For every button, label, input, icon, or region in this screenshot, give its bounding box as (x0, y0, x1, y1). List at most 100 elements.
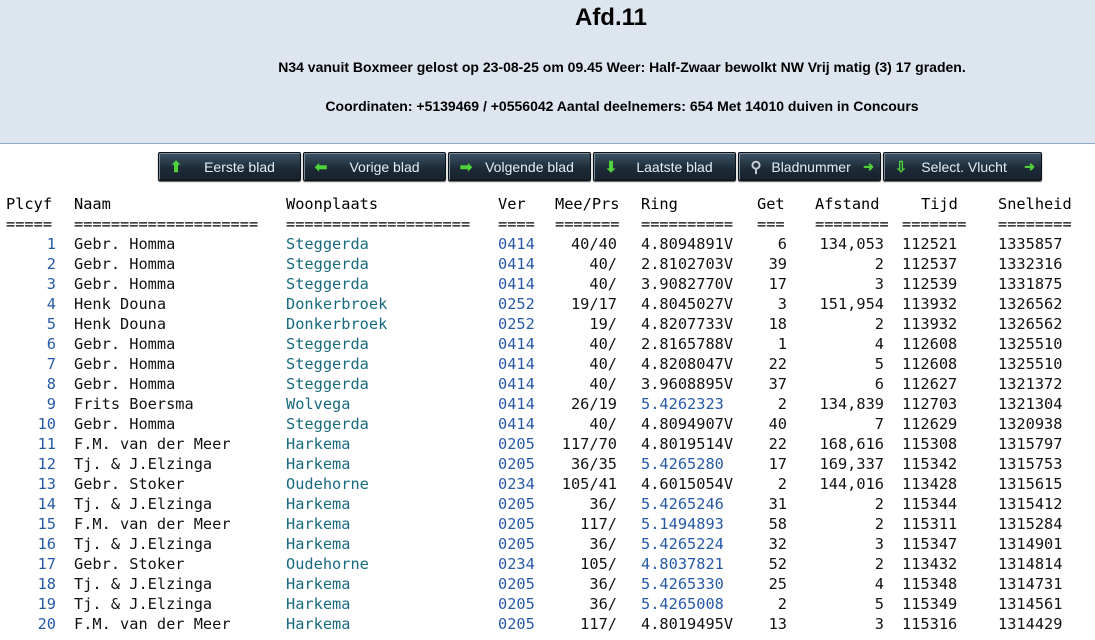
table-row: 15 F.M. van der Meer Harkema 0205 117/5.1494… (0, 514, 1095, 534)
marked-cell: 1 (777, 335, 787, 353)
distance-cell: 134,053 (819, 235, 884, 253)
col-header-time: Tijd (921, 195, 958, 213)
name-cell: Gebr. Homma (74, 415, 176, 433)
table-row: 4 Henk Douna Donkerbroek 0252 19/17 4.8045027… (0, 294, 1095, 314)
table-row: 14 Tj. & J.Elzinga Harkema 0205 36/5.4265246… (0, 494, 1095, 514)
distance-cell: 6 (874, 375, 884, 393)
time-cell: 115342 (902, 455, 958, 473)
club-cell: 0205 (498, 515, 535, 533)
table-row: 11 F.M. van der Meer Harkema 0205 117/70 4.80… (0, 434, 1095, 454)
table-row: 12 Tj. & J.Elzinga Harkema 0205 36/35 5.42652… (0, 454, 1095, 474)
ring-cell: 4.8019514V (641, 435, 734, 453)
name-cell: Frits Boersma (74, 395, 194, 413)
distance-cell: 2 (874, 555, 884, 573)
place-cell: 19 (37, 595, 56, 613)
select-flight-button[interactable]: ⇩ Select. Vlucht ➜ (883, 152, 1042, 181)
club-cell: 0252 (498, 295, 535, 313)
marked-cell: 58 (768, 515, 787, 533)
distance-cell: 2 (874, 255, 884, 273)
speed-cell: 1314561 (998, 595, 1063, 613)
residence-cell: Harkema (286, 595, 351, 613)
residence-cell: Oudehorne (286, 555, 369, 573)
ring-cell: 5.4265008 (641, 595, 724, 613)
table-row: 17 Gebr. Stoker Oudehorne 0234 105/4.8037821… (0, 554, 1095, 574)
last-page-label: Laatste blad (636, 158, 713, 175)
col-header-residence: Woonplaats (286, 195, 379, 213)
table-row: 13 Gebr. Stoker Oudehorne 0234 105/41 4.60150… (0, 474, 1095, 494)
time-cell: 115347 (902, 535, 958, 553)
residence-cell: Harkema (286, 455, 351, 473)
col-header-entries: Mee/Prs (555, 195, 620, 213)
distance-cell: 3 (874, 275, 884, 293)
club-cell: 0414 (498, 335, 535, 353)
club-cell: 0414 (498, 255, 535, 273)
residence-cell: Harkema (286, 615, 351, 633)
next-page-button[interactable]: ➡ Volgende blad (448, 152, 591, 181)
last-page-button[interactable]: ⬇ Laatste blad (593, 152, 736, 181)
table-row: 16 Tj. & J.Elzinga Harkema 0205 36/5.4265224… (0, 534, 1095, 554)
table-row: 18 Tj. & J.Elzinga Harkema 0205 36/5.4265330… (0, 574, 1095, 594)
entries-cell: 40/ (589, 415, 617, 433)
residence-cell: Steggerda (286, 335, 369, 353)
separator: ==================== (74, 215, 259, 233)
entries-cell: 117/70 (561, 435, 617, 453)
separator: ======== (998, 215, 1072, 233)
first-page-label: Eerste blad (204, 158, 275, 175)
table-row: 5 Henk Douna Donkerbroek 0252 19/4.8207733V 1… (0, 314, 1095, 334)
speed-cell: 1315753 (998, 455, 1063, 473)
name-cell: F.M. van der Meer (74, 435, 231, 453)
previous-page-button[interactable]: ⬅ Vorige blad (303, 152, 446, 181)
first-page-button[interactable]: ⬆ Eerste blad (158, 152, 301, 181)
name-cell: Gebr. Stoker (74, 475, 185, 493)
time-cell: 113932 (902, 295, 958, 313)
place-cell: 8 (46, 375, 56, 393)
residence-cell: Oudehorne (286, 475, 369, 493)
entries-cell: 36/ (589, 595, 617, 613)
coordinates-info: Coordinaten: +5139469 / +0556042 Aantal … (325, 98, 919, 114)
club-cell: 0414 (498, 235, 535, 253)
club-cell: 0205 (498, 615, 535, 633)
speed-cell: 1332316 (998, 255, 1063, 273)
table-row: 2 Gebr. Homma Steggerda 0414 40/2.8102703V 39… (0, 254, 1095, 274)
marked-cell: 39 (768, 255, 787, 273)
col-header-place: Plcyf (6, 195, 53, 213)
entries-cell: 19/17 (570, 295, 617, 313)
results-header: Afd.11 N34 vanuit Boxmeer gelost op 23-0… (0, 0, 1095, 144)
marked-cell: 32 (768, 535, 787, 553)
ring-cell: 2.8165788V (641, 335, 734, 353)
marked-cell: 3 (777, 295, 787, 313)
distance-cell: 7 (874, 415, 884, 433)
select-flight-label: Select. Vlucht (921, 158, 1007, 175)
name-cell: F.M. van der Meer (74, 515, 231, 533)
ring-cell: 4.8207733V (641, 315, 734, 333)
place-cell: 9 (46, 395, 56, 413)
arrow-down-icon: ⬇ (604, 158, 618, 176)
entries-cell: 26/19 (570, 395, 617, 413)
table-row: 8 Gebr. Homma Steggerda 0414 40/3.9608895V 37… (0, 374, 1095, 394)
club-cell: 0414 (498, 275, 535, 293)
club-cell: 0252 (498, 315, 535, 333)
results-table: Plcyf Naam Woonplaats Ver Mee/Prs Ring G… (0, 194, 1095, 634)
ring-cell: 4.8094891V (641, 235, 734, 253)
time-cell: 113932 (902, 315, 958, 333)
ring-cell: 5.4265224 (641, 535, 724, 553)
page-number-button[interactable]: ⚲ Bladnummer ➜ (738, 152, 881, 181)
marked-cell: 22 (768, 435, 787, 453)
club-cell: 0205 (498, 435, 535, 453)
entries-cell: 40/ (589, 355, 617, 373)
residence-cell: Steggerda (286, 415, 369, 433)
place-cell: 10 (37, 415, 56, 433)
ring-cell: 5.4265330 (641, 575, 724, 593)
name-cell: Tj. & J.Elzinga (74, 495, 213, 513)
col-header-speed: Snelheid (998, 195, 1072, 213)
residence-cell: Steggerda (286, 275, 369, 293)
place-cell: 6 (46, 335, 56, 353)
name-cell: Gebr. Homma (74, 255, 176, 273)
club-cell: 0205 (498, 535, 535, 553)
distance-cell: 134,839 (819, 395, 884, 413)
name-cell: Gebr. Homma (74, 275, 176, 293)
name-cell: Gebr. Homma (74, 355, 176, 373)
ring-cell: 5.4262323 (641, 395, 724, 413)
place-cell: 12 (37, 455, 56, 473)
page-title: Afd.11 (574, 4, 648, 31)
